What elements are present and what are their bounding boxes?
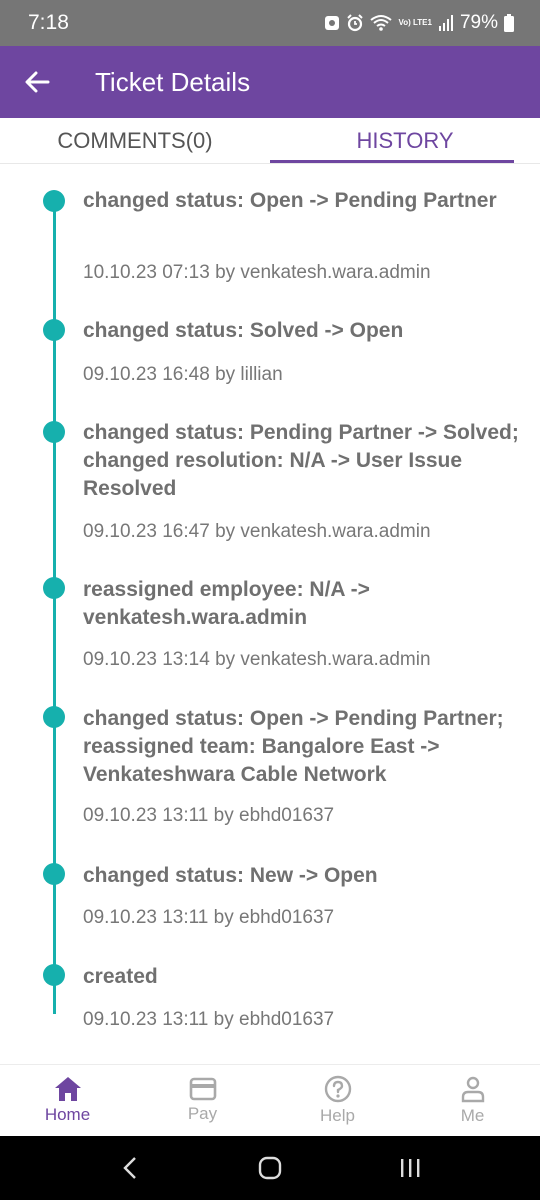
status-icons: Vo) LTE1 79% [324, 12, 514, 34]
system-home-button[interactable] [240, 1143, 300, 1193]
nav-label: Home [44, 1105, 91, 1124]
chevron-left-icon [123, 1157, 136, 1179]
help-icon [324, 1075, 351, 1103]
nav-home[interactable]: Home [0, 1065, 135, 1136]
alarm-icon [346, 14, 364, 32]
card-icon [189, 1077, 216, 1101]
nav-pay[interactable]: Pay [135, 1065, 270, 1136]
recents-icon [401, 1159, 420, 1177]
history-meta: 09.10.23 13:11 by ebhd01637 [83, 907, 335, 928]
nav-me[interactable]: Me [405, 1065, 540, 1136]
tab-history[interactable]: HISTORY [270, 118, 540, 163]
system-nav-bar [0, 1136, 540, 1200]
bottom-nav: Home Pay Help Me [0, 1064, 540, 1136]
history-meta: 09.10.23 13:14 by venkatesh.wara.admin [83, 649, 431, 670]
status-time: 7:18 [28, 11, 69, 34]
signal-icon [438, 15, 454, 31]
history-text: changed status: New -> Open [83, 864, 378, 887]
history-text: reassigned employee: N/A -> venkatesh.wa… [83, 578, 370, 629]
timeline-dot [43, 421, 65, 443]
app-bar: Ticket Details [0, 46, 540, 118]
wifi-icon [370, 14, 393, 32]
system-recents-button[interactable] [380, 1143, 440, 1193]
timeline-dot [43, 319, 65, 341]
battery-percent: 79% [459, 12, 498, 33]
timeline-dot [43, 863, 65, 885]
system-back-button[interactable] [100, 1143, 160, 1193]
arrow-left-icon [25, 71, 50, 93]
notification-icon [324, 14, 340, 32]
history-text: changed status: Pending Partner -> Solve… [83, 421, 519, 500]
history-meta: 10.10.23 07:13 by venkatesh.wara.admin [83, 262, 431, 283]
volte-icon: Vo) LTE1 [398, 18, 432, 27]
timeline-dot [43, 577, 65, 599]
person-icon [461, 1076, 484, 1103]
tab-bar: COMMENTS(0) HISTORY [0, 118, 540, 164]
battery-icon [504, 14, 514, 32]
timeline-dot [43, 964, 65, 986]
home-icon [54, 1077, 81, 1101]
history-text: changed status: Open -> Pending Partner [83, 189, 497, 212]
history-text: changed status: Open -> Pending Partner;… [83, 707, 504, 786]
history-meta: 09.10.23 16:48 by lillian [83, 364, 283, 385]
history-text: created [83, 965, 158, 988]
page-title: Ticket Details [95, 66, 251, 97]
nav-label: Help [320, 1106, 355, 1125]
back-button[interactable] [0, 46, 74, 118]
timeline-dot [43, 706, 65, 728]
tab-comments[interactable]: COMMENTS(0) [0, 118, 270, 163]
history-meta: 09.10.23 13:11 by ebhd01637 [83, 1009, 335, 1030]
history-text: changed status: Solved -> Open [83, 319, 404, 342]
nav-label: Me [460, 1106, 485, 1125]
history-meta: 09.10.23 16:47 by venkatesh.wara.admin [83, 521, 431, 542]
timeline-dot [43, 190, 65, 212]
nav-help[interactable]: Help [270, 1065, 405, 1136]
home-circle-icon [258, 1156, 282, 1180]
nav-label: Pay [187, 1104, 218, 1123]
status-bar: 7:18 Vo) LTE1 79% [0, 0, 540, 46]
history-timeline: changed status: Open -> Pending Partner … [0, 164, 540, 1064]
history-meta: 09.10.23 13:11 by ebhd01637 [83, 805, 335, 826]
